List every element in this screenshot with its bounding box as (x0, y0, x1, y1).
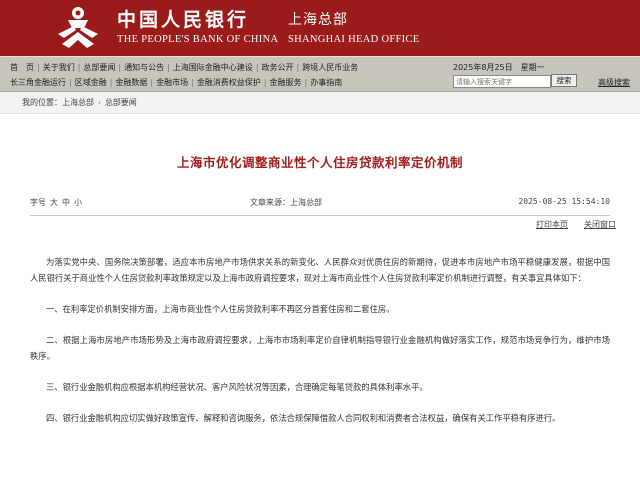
font-size-medium-button[interactable]: 中 (62, 198, 70, 207)
nav-separator: | (77, 63, 81, 72)
article-title: 上海市优化调整商业性个人住房贷款利率定价机制 (176, 155, 463, 170)
breadcrumb-item-section[interactable]: 总部要闻 (105, 98, 137, 107)
nav-separator: | (191, 78, 194, 87)
article-source: 文章来源：上海总部 (250, 198, 322, 207)
article-paragraph: 一、在利率定价机制安排方面，上海市商业性个人住房贷款利率不再区分首套住房和二套住… (46, 304, 395, 314)
brand-name-en: THE PEOPLE'S BANK OF CHINA (117, 34, 279, 45)
breadcrumb-prefix: 我的位置： (22, 98, 62, 107)
nav-item-financial-data[interactable]: 金融数据 (115, 78, 147, 87)
nav-separator: | (109, 78, 113, 87)
nav-item-hq-news[interactable]: 总部要闻 (83, 63, 115, 72)
brand-name-cn[interactable]: 中国人民银行 (117, 5, 249, 32)
nav-separator: | (150, 78, 154, 87)
nav-separator: | (167, 63, 170, 72)
search-button[interactable]: 搜索 (551, 74, 577, 87)
branch-name-en: SHANGHAI HEAD OFFICE (288, 34, 420, 45)
nav-item-financial-market[interactable]: 金融市场 (156, 78, 188, 87)
article-paragraph: 二、根据上海市房地产市场形势及上海市政府调控要求，上海市市场利率定价自律机制指导… (30, 335, 610, 361)
close-window-link[interactable]: 关闭窗口 (584, 219, 616, 230)
nav-separator: | (263, 78, 267, 87)
article-body: 为落实党中央、国务院决策部署，适应本市房地产市场供求关系的新变化、人民群众对优质… (30, 254, 610, 426)
nav-item-notices[interactable]: 通知与公告 (124, 63, 164, 72)
nav-row-secondary: 长三角金融运行 | 区域金融 | 金融数据 | 金融市场 | 金融消费权益保护 | 金融服务 | 办事指… (10, 77, 342, 88)
nav-separator: | (304, 78, 308, 87)
advanced-search-link[interactable]: 高级搜索 (598, 77, 630, 88)
nav-separator: | (255, 63, 259, 72)
nav-item-yangtze-delta[interactable]: 长三角金融运行 (10, 78, 66, 87)
breadcrumb: 我的位置：上海总部 › 总部要闻 (0, 92, 640, 114)
article-paragraph: 为落实党中央、国务院决策部署，适应本市房地产市场供求关系的新变化、人民群众对优质… (30, 257, 610, 283)
nav-item-service-guide[interactable]: 办事指南 (310, 78, 342, 87)
site-header: 中国人民银行 上海总部 THE PEOPLE'S BANK OF CHINA S… (0, 0, 640, 56)
branch-name-cn: 上海总部 (288, 12, 348, 28)
nav-item-cross-border-rmb[interactable]: 跨境人民币业务 (302, 63, 358, 72)
font-size-controls: 字号大中小 (30, 197, 82, 208)
article-paragraph: 三、银行业金融机构应根据本机构经营状况、客户风险状况等因素，合理确定每笔贷款的具… (46, 382, 428, 392)
nav-item-regional-finance[interactable]: 区域金融 (75, 78, 107, 87)
font-size-small-button[interactable]: 小 (74, 198, 82, 207)
nav-row-primary: 首 页 | 关于我们 | 总部要闻 | 通知与公告 | 上海国际金融中心建设 | 政务公开 | 跨境人民… (10, 62, 358, 73)
font-size-large-button[interactable]: 大 (50, 198, 58, 207)
nav-item-gov-affairs[interactable]: 政务公开 (262, 63, 294, 72)
nav-item-financial-center[interactable]: 上海国际金融中心建设 (173, 63, 253, 72)
font-size-label: 字号 (30, 198, 46, 207)
nav-separator: | (118, 63, 122, 72)
article-actions: 打印本页 关闭窗口 (0, 216, 640, 232)
article-paragraph: 四、银行业金融机构应切实做好政策宣传、解释和咨询服务，依法合规保障借款人合同权利… (46, 413, 561, 423)
nav-item-about[interactable]: 关于我们 (43, 63, 75, 72)
nav-item-financial-services[interactable]: 金融服务 (270, 78, 302, 87)
current-date: 2025年8月25日 星期一 (453, 63, 545, 72)
article-timestamp: 2025-08-25 15:54:10 (518, 197, 610, 206)
nav-separator: | (69, 78, 72, 87)
search-input[interactable] (453, 75, 551, 88)
main-nav: 首 页 | 关于我们 | 总部要闻 | 通知与公告 | 上海国际金融中心建设 | 政务公开 | 跨境人民… (0, 56, 640, 92)
nav-separator: | (296, 63, 300, 72)
article-meta: 字号大中小 文章来源：上海总部 2025-08-25 15:54:10 (30, 195, 610, 216)
breadcrumb-item-home[interactable]: 上海总部 (62, 98, 94, 107)
pboc-emblem-icon[interactable] (54, 4, 102, 50)
nav-separator: | (37, 63, 40, 72)
nav-item-consumer-protection[interactable]: 金融消费权益保护 (197, 78, 261, 87)
nav-item-home[interactable]: 首 页 (10, 63, 34, 72)
print-page-link[interactable]: 打印本页 (536, 219, 568, 230)
chevron-right-icon: › (98, 99, 101, 107)
